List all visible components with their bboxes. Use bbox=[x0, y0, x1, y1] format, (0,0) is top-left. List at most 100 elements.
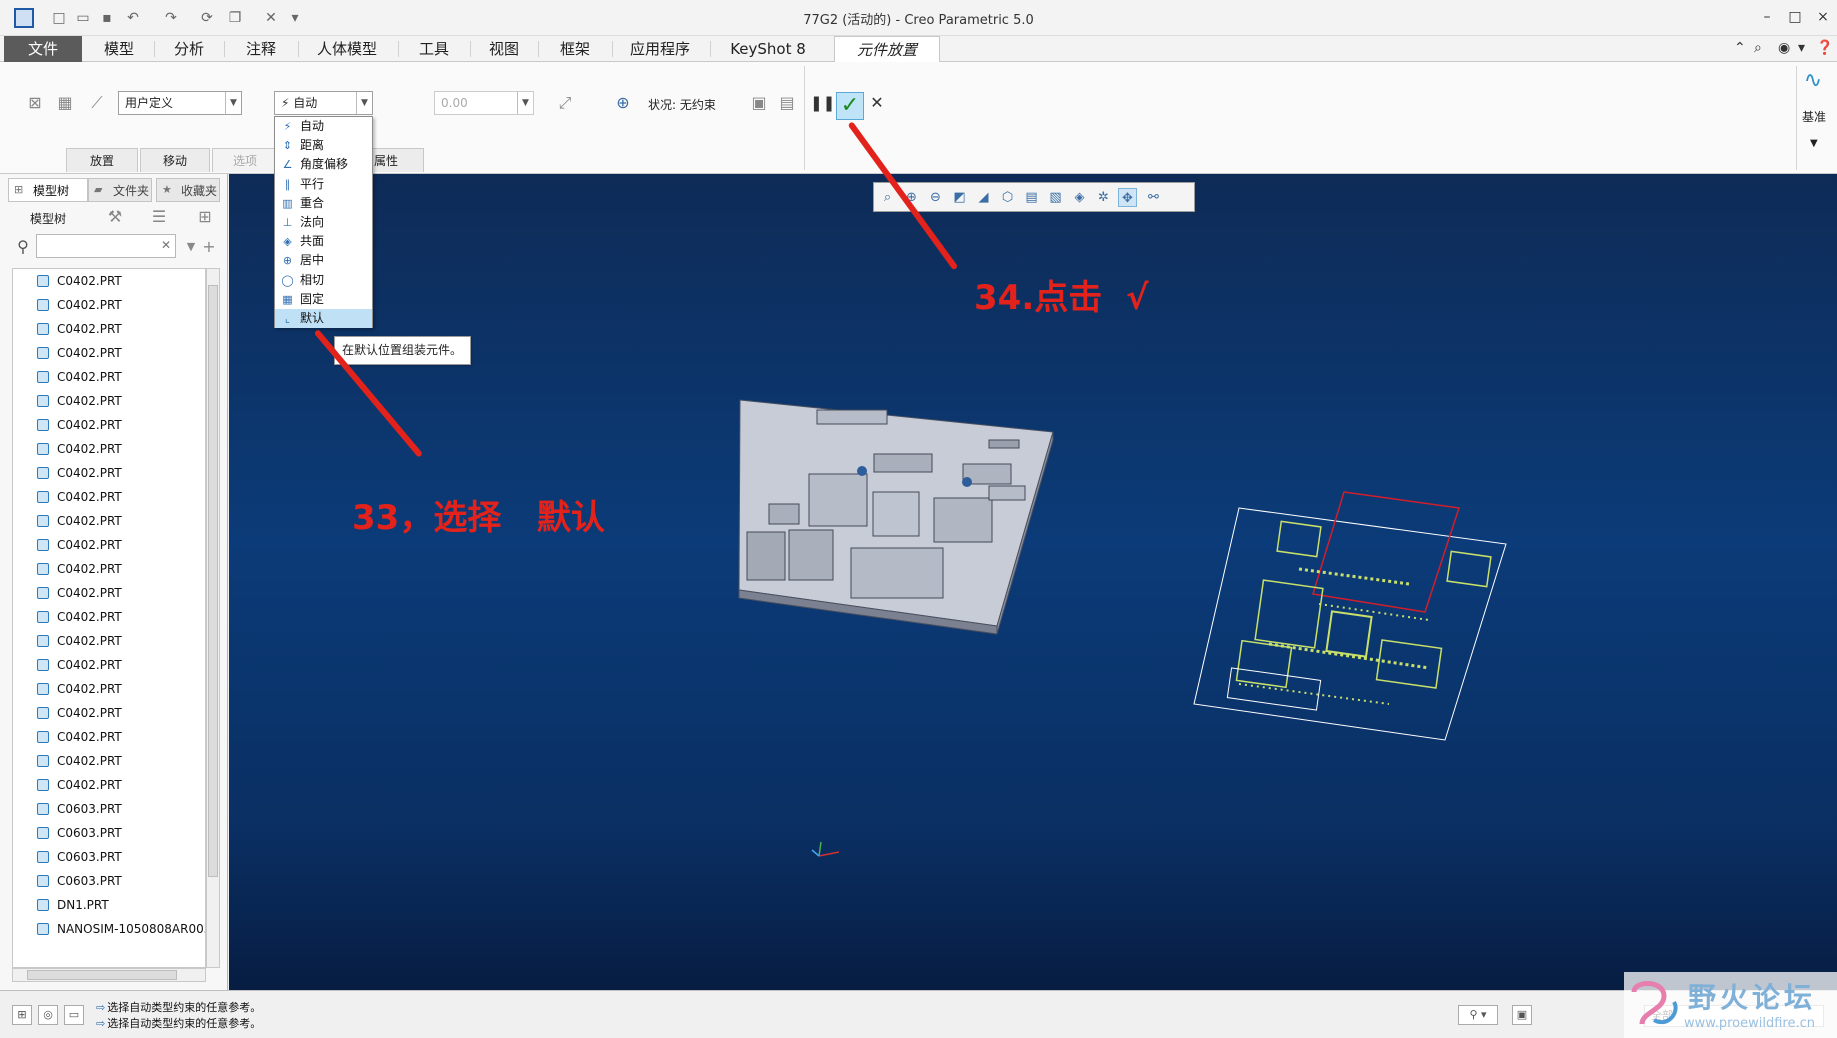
tree-row[interactable]: C0402.PRT bbox=[13, 343, 122, 363]
tab-model-tree[interactable]: ⊞ 模型树 bbox=[8, 178, 88, 202]
dropdown-item[interactable]: ◈ 共面 bbox=[275, 232, 372, 251]
tab-keyshot[interactable]: KeyShot 8 bbox=[716, 36, 820, 62]
tree-row[interactable]: C0603.PRT bbox=[13, 871, 122, 891]
tree-row[interactable]: C0603.PRT bbox=[13, 799, 122, 819]
close-button[interactable]: × bbox=[1808, 6, 1837, 28]
tree-row[interactable]: C0402.PRT bbox=[13, 631, 122, 651]
tree-vertical-scrollbar[interactable] bbox=[206, 268, 220, 968]
component-window-icon[interactable]: ▦ bbox=[54, 92, 76, 114]
tree-search-input[interactable]: ✕ bbox=[36, 234, 176, 258]
tab-folder-browser[interactable]: ▰ 文件夹 bbox=[88, 178, 152, 202]
separate-window-icon[interactable]: ▣ bbox=[748, 92, 770, 114]
scroll-thumb[interactable] bbox=[208, 285, 218, 877]
tab-analysis[interactable]: 分析 bbox=[160, 36, 218, 62]
tree-row[interactable]: C0402.PRT bbox=[13, 391, 122, 411]
tree-row[interactable]: C0402.PRT bbox=[13, 559, 122, 579]
tree-row[interactable]: C0402.PRT bbox=[13, 487, 122, 507]
browser-icon[interactable]: ◎ bbox=[38, 1005, 58, 1025]
part-icon bbox=[37, 611, 49, 623]
dropdown-item[interactable]: ▦ 固定 bbox=[275, 290, 372, 309]
dropdown-item[interactable]: ▥ 重合 bbox=[275, 194, 372, 213]
scroll-thumb[interactable] bbox=[27, 970, 177, 980]
tab-applications[interactable]: 应用程序 bbox=[618, 36, 702, 62]
tab-component-placement[interactable]: 元件放置 bbox=[834, 36, 940, 63]
tab-annotate[interactable]: 注释 bbox=[230, 36, 292, 62]
tree-row[interactable]: C0402.PRT bbox=[13, 295, 122, 315]
dropdown-item[interactable]: ⌞ 默认 bbox=[275, 308, 372, 329]
tree-row[interactable]: C0402.PRT bbox=[13, 655, 122, 675]
collapse-ribbon-icon[interactable]: ⌃ bbox=[1734, 40, 1746, 56]
tree-filter-options-icon[interactable]: ⊞ bbox=[194, 206, 216, 228]
tree-horizontal-scrollbar[interactable] bbox=[12, 968, 206, 982]
dropdown-item[interactable]: ⊕ 居中 bbox=[275, 251, 372, 270]
cancel-icon[interactable]: ✕ bbox=[866, 92, 888, 114]
selected-items-icon[interactable]: ▣ bbox=[1512, 1005, 1532, 1025]
full-screen-icon[interactable]: ▭ bbox=[64, 1005, 84, 1025]
part-icon bbox=[37, 347, 49, 359]
tree-row[interactable]: C0402.PRT bbox=[13, 271, 122, 291]
dropdown-item[interactable]: ∥ 平行 bbox=[275, 175, 372, 194]
tree-row[interactable]: C0402.PRT bbox=[13, 319, 122, 339]
tab-model[interactable]: 模型 bbox=[90, 36, 148, 62]
clear-icon[interactable]: ✕ bbox=[161, 238, 171, 252]
community-icon[interactable]: ◉ bbox=[1778, 40, 1790, 56]
tab-manikin[interactable]: 人体模型 bbox=[304, 36, 390, 62]
pause-icon[interactable]: ❚❚ bbox=[810, 92, 835, 114]
tree-row[interactable]: C0402.PRT bbox=[13, 607, 122, 627]
tree-row[interactable]: C0402.PRT bbox=[13, 751, 122, 771]
dropdown-item[interactable]: ◯ 相切 bbox=[275, 271, 372, 290]
tree-row[interactable]: C0402.PRT bbox=[13, 583, 122, 603]
tree-row[interactable]: C0402.PRT bbox=[13, 775, 122, 795]
dropdown-item[interactable]: ⚡ 自动 bbox=[275, 117, 372, 136]
tab-view[interactable]: 视图 bbox=[476, 36, 532, 62]
dropdown-arrow-icon[interactable]: ▾ bbox=[1798, 40, 1805, 56]
tree-columns-icon[interactable]: ☰ bbox=[148, 206, 170, 228]
tab-favorites[interactable]: ★ 收藏夹 bbox=[156, 178, 220, 202]
tree-row[interactable]: C0402.PRT bbox=[13, 727, 122, 747]
dropdown-item[interactable]: ⇕ 距离 bbox=[275, 136, 372, 155]
add-filter-icon[interactable]: + bbox=[198, 236, 220, 258]
search-icon[interactable]: ⌕ bbox=[1754, 40, 1762, 56]
tab-label: 收藏夹 bbox=[181, 184, 218, 198]
tree-row[interactable]: C0402.PRT bbox=[13, 679, 122, 699]
tree-row[interactable]: C0402.PRT bbox=[13, 511, 122, 531]
maximize-button[interactable]: □ bbox=[1780, 6, 1810, 28]
tree-row[interactable]: C0402.PRT bbox=[13, 703, 122, 723]
tab-tools[interactable]: 工具 bbox=[404, 36, 464, 62]
find-icon[interactable]: ⚲ ▾ bbox=[1458, 1005, 1498, 1025]
subtab-placement[interactable]: 放置 bbox=[66, 148, 138, 172]
constraint-type-select[interactable]: ⚡ 自动 ▼ bbox=[274, 91, 373, 115]
datum-icon[interactable]: ∿ bbox=[1802, 70, 1824, 92]
tree-row[interactable]: C0402.PRT bbox=[13, 535, 122, 555]
pcb-wireframe-model[interactable] bbox=[1193, 491, 1507, 741]
minimize-button[interactable]: – bbox=[1752, 6, 1782, 28]
flip-constraint-icon[interactable]: ⤢ bbox=[554, 92, 576, 114]
assembly-window-icon[interactable]: ▤ bbox=[776, 92, 798, 114]
chevron-down-icon[interactable]: ▼ bbox=[1810, 138, 1818, 149]
tree-row[interactable]: C0603.PRT bbox=[13, 847, 122, 867]
show-navigator-icon[interactable]: ⊞ bbox=[12, 1005, 32, 1025]
tree-row[interactable]: C0402.PRT bbox=[13, 367, 122, 387]
tree-row[interactable]: NANOSIM-1050808AR003 bbox=[13, 919, 205, 939]
user-defined-placement-icon[interactable]: ⊠ bbox=[24, 92, 46, 114]
tree-row[interactable]: C0402.PRT bbox=[13, 415, 122, 435]
help-icon[interactable]: ❓ bbox=[1816, 40, 1833, 56]
dropdown-item[interactable]: ∠ 角度偏移 bbox=[275, 155, 372, 174]
offset-input[interactable]: 0.00 ▼ bbox=[434, 91, 534, 115]
tab-framework[interactable]: 框架 bbox=[544, 36, 606, 62]
fix-icon: ▦ bbox=[282, 292, 293, 306]
mechanism-connection-icon[interactable]: ⟋ bbox=[86, 92, 108, 114]
dropdown-item[interactable]: ⊥ 法向 bbox=[275, 213, 372, 232]
tab-separator bbox=[538, 41, 539, 57]
3d-board-model[interactable] bbox=[738, 399, 1054, 635]
confirm-checkmark-button[interactable]: ✓ bbox=[836, 92, 864, 120]
connection-type-select[interactable]: 用户定义 ▼ bbox=[118, 91, 242, 115]
subtab-options[interactable]: 选项 bbox=[212, 148, 278, 172]
tree-row[interactable]: C0603.PRT bbox=[13, 823, 122, 843]
subtab-move[interactable]: 移动 bbox=[140, 148, 210, 172]
tab-file[interactable]: 文件 bbox=[4, 36, 82, 62]
tree-row[interactable]: C0402.PRT bbox=[13, 439, 122, 459]
tree-settings-icon[interactable]: ⚒ bbox=[104, 206, 126, 228]
tree-row[interactable]: DN1.PRT bbox=[13, 895, 109, 915]
tree-row[interactable]: C0402.PRT bbox=[13, 463, 122, 483]
